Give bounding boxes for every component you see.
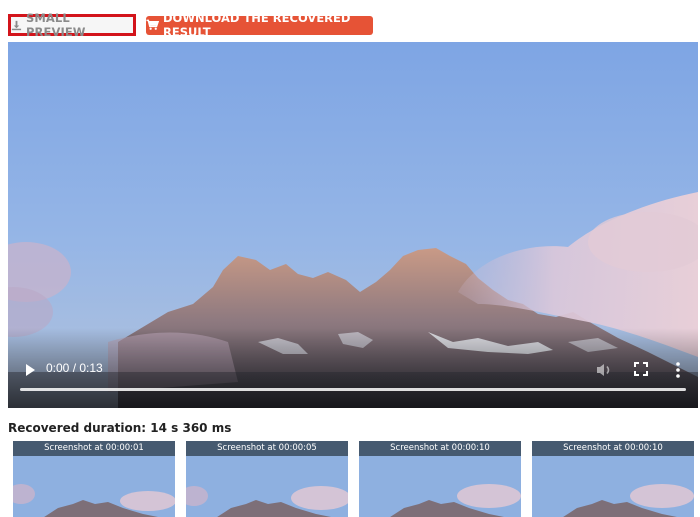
more-vert-icon <box>676 362 680 378</box>
screenshot-image <box>359 456 521 517</box>
play-button[interactable] <box>22 362 38 378</box>
screenshot-label: Screenshot at 00:00:05 <box>186 441 348 456</box>
volume-icon <box>597 364 610 376</box>
screenshot-label: Screenshot at 00:00:01 <box>13 441 175 456</box>
toolbar: SMALL PREVIEW DOWNLOAD THE RECOVERED RES… <box>8 11 373 39</box>
download-recovered-button[interactable]: DOWNLOAD THE RECOVERED RESULT <box>146 11 373 39</box>
time-display: 0:00 / 0:13 <box>46 361 103 375</box>
small-preview-label: SMALL PREVIEW <box>26 11 86 39</box>
download-recovered-label: DOWNLOAD THE RECOVERED RESULT <box>163 11 351 39</box>
screenshot-image <box>186 456 348 517</box>
play-icon <box>26 364 35 376</box>
download-icon <box>11 20 22 31</box>
more-options-button[interactable] <box>669 360 687 380</box>
volume-button[interactable] <box>594 360 614 380</box>
screenshot-thumbnail[interactable]: Screenshot at 00:00:01 <box>13 441 175 517</box>
screenshot-thumbnail[interactable]: Screenshot at 00:00:05 <box>186 441 348 517</box>
fullscreen-icon <box>634 362 648 376</box>
screenshot-strip: Screenshot at 00:00:01 Screenshot at 00:… <box>13 441 700 517</box>
screenshot-image <box>13 456 175 517</box>
screenshot-thumbnail[interactable]: Screenshot at 00:00:10 <box>359 441 521 517</box>
progress-bar[interactable] <box>20 388 686 391</box>
fullscreen-button[interactable] <box>633 361 649 377</box>
screenshot-label: Screenshot at 00:00:10 <box>359 441 521 456</box>
screenshot-label: Screenshot at 00:00:10 <box>532 441 694 456</box>
screenshot-image <box>532 456 694 517</box>
screenshot-thumbnail[interactable]: Screenshot at 00:00:10 <box>532 441 694 517</box>
recovered-duration: Recovered duration: 14 s 360 ms <box>8 421 232 435</box>
video-player[interactable]: 0:00 / 0:13 <box>8 42 698 408</box>
page: SMALL PREVIEW DOWNLOAD THE RECOVERED RES… <box>0 0 700 517</box>
small-preview-button[interactable]: SMALL PREVIEW <box>8 11 136 39</box>
cart-icon <box>146 19 159 31</box>
